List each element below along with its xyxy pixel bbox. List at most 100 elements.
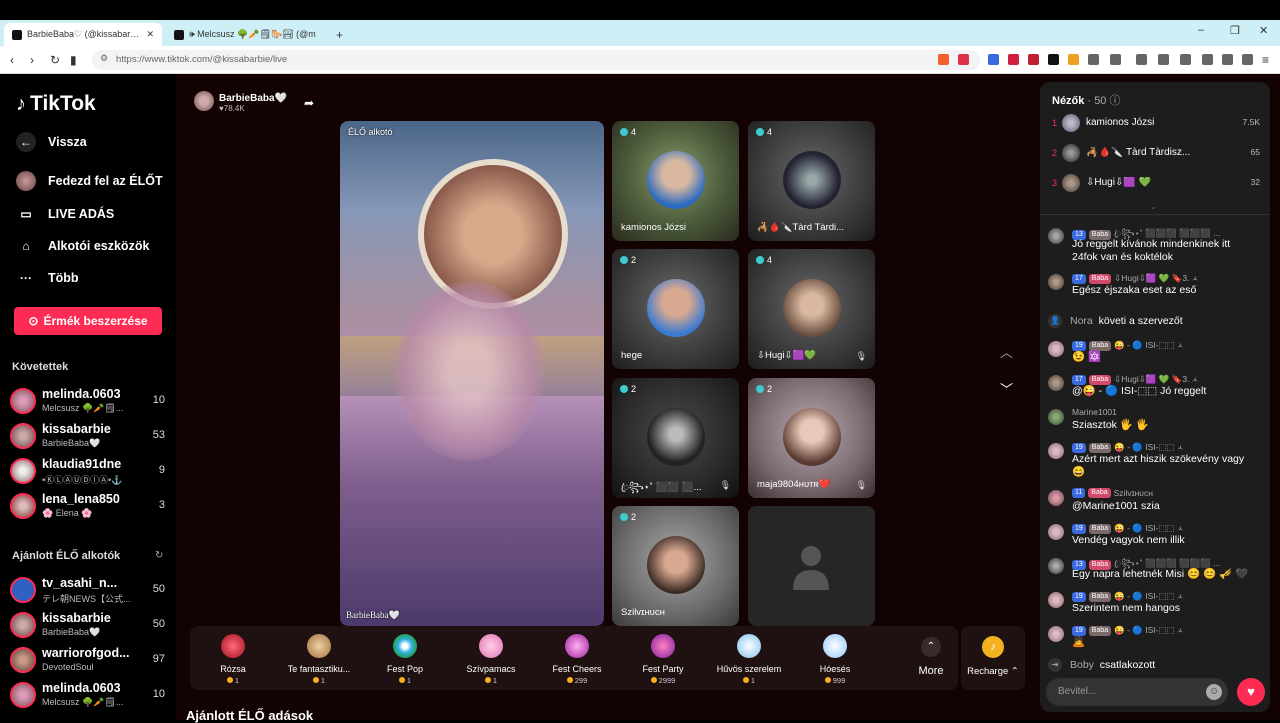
system-text: csatlakozott bbox=[1099, 659, 1156, 671]
guest-avatar bbox=[783, 279, 841, 337]
following-account[interactable]: melinda.0603 Melcsusz 🌳🥕🗒... 10 bbox=[10, 386, 170, 418]
extension-dark-icon[interactable] bbox=[1048, 54, 1059, 65]
minimize-icon[interactable]: – bbox=[1198, 24, 1204, 36]
avatar[interactable] bbox=[1048, 274, 1064, 290]
viewers-heading[interactable]: Nézők · 50 ⓘ bbox=[1052, 92, 1121, 108]
avatar[interactable] bbox=[1048, 524, 1064, 540]
avatar[interactable] bbox=[1048, 341, 1064, 357]
host-avatar[interactable] bbox=[194, 91, 214, 111]
bookmark-icon[interactable]: ▮ bbox=[70, 53, 77, 67]
chevron-down-icon[interactable]: ﹀ bbox=[1000, 379, 1013, 398]
forward-icon[interactable]: › bbox=[30, 53, 34, 67]
translate-icon[interactable] bbox=[988, 54, 999, 65]
vpn-icon[interactable] bbox=[1242, 54, 1253, 65]
guest-tile[interactable]: 2 Szilvɪʜᴜᴄʜ bbox=[612, 506, 739, 626]
site-settings-icon[interactable]: ⚙ bbox=[100, 53, 108, 64]
chevron-up-icon[interactable]: ︿ bbox=[1000, 342, 1013, 361]
puzzle-icon[interactable] bbox=[1088, 54, 1099, 65]
chat-username[interactable]: Szilvɪʜᴜᴄʜ bbox=[1114, 488, 1153, 498]
gift-item[interactable]: Fest Pop 1 bbox=[362, 631, 448, 687]
reload-icon[interactable]: ↻ bbox=[50, 53, 60, 67]
menu-icon[interactable]: ≡ bbox=[1262, 53, 1269, 67]
nav-creator-tools[interactable]: ⌂ Alkotói eszközök bbox=[16, 236, 149, 256]
avatar[interactable] bbox=[1048, 490, 1064, 506]
chat-meta: 11 Baba Szilvɪʜᴜᴄʜ bbox=[1072, 488, 1153, 498]
nav-explore-live[interactable]: Fedezd fel az ÉLŐT bbox=[16, 171, 163, 191]
guest-tile[interactable]: 4 kamionos Józsi bbox=[612, 121, 739, 241]
info-icon[interactable]: ⓘ bbox=[1110, 95, 1121, 107]
following-account[interactable]: kissabarbie BarbieBaba🤍 53 bbox=[10, 421, 170, 453]
get-coins-button[interactable]: ⊙ Érmék beszerzése bbox=[14, 307, 162, 335]
share-icon[interactable]: ➦ bbox=[304, 96, 314, 110]
nav-more[interactable]: ··· Több bbox=[16, 268, 79, 288]
sparkle-icon[interactable] bbox=[1222, 54, 1233, 65]
refresh-icon[interactable]: ↻ bbox=[155, 550, 163, 561]
guest-tile[interactable]: 2 ꦿ꧂⋆˚ ⬛⬛ ⬛... 🎙︎ bbox=[612, 378, 739, 498]
brave-shield-icon[interactable] bbox=[938, 54, 949, 65]
music-icon[interactable] bbox=[1158, 54, 1169, 65]
gift-item[interactable]: Hűvös szerelem 1 bbox=[706, 631, 792, 687]
chat-username[interactable]: Marine1001 bbox=[1072, 407, 1117, 417]
recommended-account[interactable]: melinda.0603 Melcsusz 🌳🥕🗒... 10 bbox=[10, 680, 170, 712]
back-icon[interactable]: ‹ bbox=[10, 53, 14, 67]
top-viewer[interactable]: 3 ⇩Hugi⇩🟪 💚 32 bbox=[1052, 174, 1262, 194]
gear-icon[interactable] bbox=[1110, 54, 1121, 65]
recommended-account[interactable]: tv_asahi_n... テレ朝NEWS【公式... 50 bbox=[10, 575, 170, 607]
top-viewer[interactable]: 2 🦂🩸🔪 Tàrd Tàrdisz... 65 bbox=[1052, 144, 1262, 164]
heart-like-button[interactable]: ♥ bbox=[1237, 678, 1265, 706]
gift-item[interactable]: Rózsa 1 bbox=[190, 631, 276, 687]
avatar[interactable] bbox=[1048, 375, 1064, 391]
nav-back[interactable]: ← Vissza bbox=[16, 132, 87, 152]
guest-tile[interactable]: 2 hege bbox=[612, 249, 739, 369]
gift-item[interactable]: Fest Party 2999 bbox=[620, 631, 706, 687]
extension-his-icon[interactable] bbox=[1028, 54, 1039, 65]
tab-close-icon[interactable]: ✕ bbox=[146, 29, 154, 40]
system-user[interactable]: Nora bbox=[1070, 315, 1093, 327]
avatar[interactable] bbox=[1048, 409, 1064, 425]
avatar[interactable] bbox=[1048, 443, 1064, 459]
download-icon[interactable] bbox=[1136, 54, 1147, 65]
emoji-icon[interactable]: ☺ bbox=[1206, 684, 1222, 700]
tiktok-logo[interactable]: ♪ TikTok bbox=[16, 92, 96, 116]
fan-badge: Baba bbox=[1088, 591, 1112, 602]
gift-item[interactable]: Fest Cheers 299 bbox=[534, 631, 620, 687]
gift-item[interactable]: Szívpamacs 1 bbox=[448, 631, 534, 687]
guest-tile[interactable]: 4 🦂🩸🔪Tàrd Tàrdi... bbox=[748, 121, 875, 241]
restore-icon[interactable]: ❐ bbox=[1230, 24, 1240, 37]
avatar[interactable] bbox=[1048, 228, 1064, 244]
new-tab-button[interactable]: + bbox=[332, 23, 352, 46]
recommended-account[interactable]: warriorofgod... DevotedSoul 97 bbox=[10, 645, 170, 677]
recommended-account[interactable]: kissabarbie BarbieBaba🤍 50 bbox=[10, 610, 170, 642]
guest-tile[interactable]: 4 ⇩Hugi⇩🟪💚 🎙︎ bbox=[748, 249, 875, 369]
triangle-icon[interactable] bbox=[958, 54, 969, 65]
sidebar-icon[interactable] bbox=[1180, 54, 1191, 65]
empty-guest-slot[interactable] bbox=[748, 506, 875, 626]
top-viewer[interactable]: 1 kamionos Józsi 7.5K bbox=[1052, 114, 1262, 134]
account-sub: テレ朝NEWS【公式... bbox=[42, 594, 131, 604]
wallet-icon[interactable] bbox=[1202, 54, 1213, 65]
nav-live[interactable]: ▭ LIVE ADÁS bbox=[16, 204, 114, 224]
tab-active[interactable]: BarbieBaba♡ (@kissabarbie ✕ bbox=[4, 23, 162, 46]
fan-badge: Baba bbox=[1088, 273, 1112, 284]
recharge-button[interactable]: ♪ Recharge ⌃ bbox=[961, 626, 1025, 690]
avatar[interactable] bbox=[1048, 592, 1064, 608]
url-field[interactable]: ⚙ https://www.tiktok.com/@kissabarbie/li… bbox=[92, 50, 980, 70]
guest-name: Szilvɪʜᴜᴄʜ bbox=[621, 607, 665, 618]
following-account[interactable]: lena_lena850 🌸 Elena 🌸 3 bbox=[10, 491, 170, 523]
window-close-icon[interactable]: ✕ bbox=[1259, 24, 1268, 37]
gift-item[interactable]: Hóesés 999 bbox=[792, 631, 878, 687]
expand-viewers-icon[interactable]: ⌄ bbox=[1150, 202, 1157, 211]
host-name[interactable]: BarbieBaba🤍 bbox=[219, 93, 287, 104]
chat-input[interactable]: Bevitel... bbox=[1046, 678, 1228, 706]
avatar[interactable] bbox=[1048, 558, 1064, 574]
following-account[interactable]: klaudia91dne •ⓀⓁⒶⓊⒹⒾⒶ•⚓ 9 bbox=[10, 456, 170, 488]
more-gifts-button[interactable]: ⌃ More bbox=[906, 631, 956, 687]
extension-k-icon[interactable] bbox=[1008, 54, 1019, 65]
extension-color-icon[interactable] bbox=[1068, 54, 1079, 65]
gift-item[interactable]: Te fantasztiku... 1 bbox=[276, 631, 362, 687]
tab-inactive[interactable]: 🕪 Melcsusz 🌳🥕🗒🐎🏞 (@m bbox=[166, 23, 324, 46]
host-video[interactable]: ÉLŐ alkotó BarbieBaba🤍 bbox=[340, 121, 604, 626]
avatar[interactable] bbox=[1048, 626, 1064, 642]
guest-tile[interactable]: 2 maja9804ʜᴜᴛʀ❤️ 🎙︎ bbox=[748, 378, 875, 498]
system-user[interactable]: Boby bbox=[1070, 659, 1094, 671]
